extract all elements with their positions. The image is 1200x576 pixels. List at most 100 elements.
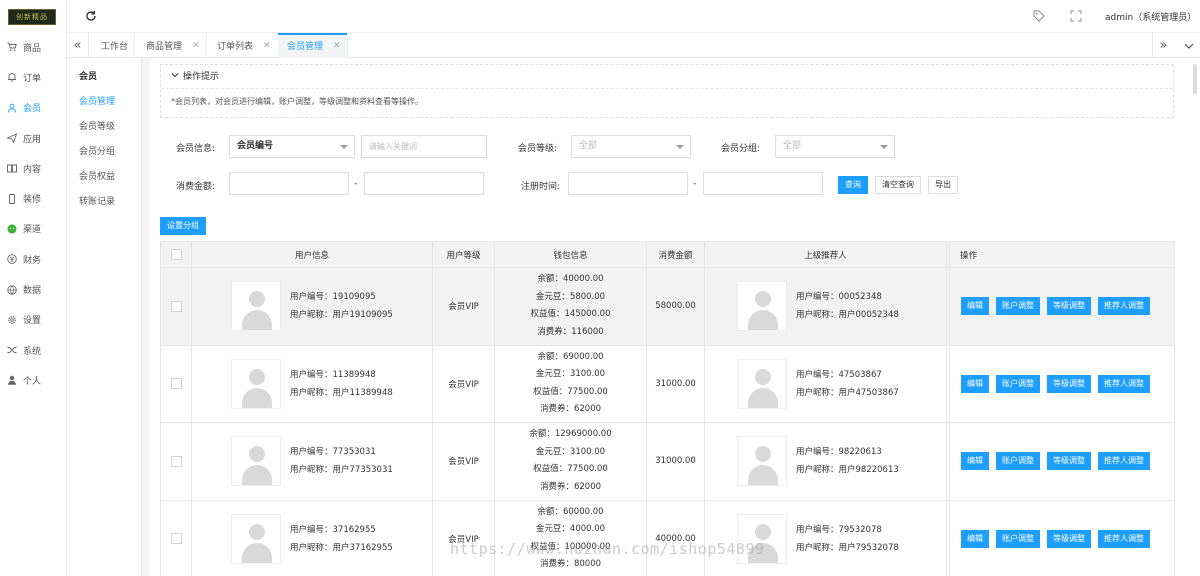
referrer-adjust-button[interactable]: 推荐人调整	[1098, 297, 1150, 316]
table-header-row: 用户信息 用户等级 钱包信息 消费金额 上级推荐人 操作	[160, 241, 1175, 268]
nav-item-orders[interactable]: 订单	[0, 62, 67, 92]
member-subnav: 会员 会员管理 会员等级 会员分组 会员权益 转账记录	[67, 58, 142, 576]
register-start-input[interactable]	[568, 172, 688, 195]
column-header: 消费金额	[646, 241, 705, 268]
row-checkbox[interactable]	[170, 533, 182, 545]
user-number: 用户编号：11389948	[290, 369, 376, 380]
user-menu[interactable]: admin（系统管理员）	[1105, 10, 1196, 23]
tab-workbench[interactable]: 工作台	[91, 33, 135, 58]
table-row: 用户编号：37162955 用户昵称：用户37162955 会员VIP 余额：60…	[160, 499, 1175, 576]
user-level: 会员VIP	[432, 344, 495, 423]
referrer-nickname: 用户昵称：用户98220613	[796, 465, 899, 476]
nav-label: 装修	[23, 195, 42, 206]
level-adjust-button[interactable]: 等级调整	[1047, 529, 1091, 548]
nav-item-personal[interactable]: 个人	[0, 365, 67, 395]
chevron-down-icon[interactable]	[1178, 33, 1200, 58]
main-nav: 商品 订单 会员 应用 内容 装修 渠道 财务 数据 设置 系统 个人	[0, 32, 67, 396]
nav-label: 订单	[23, 73, 42, 84]
edit-button[interactable]: 编辑	[961, 374, 989, 393]
account-adjust-button[interactable]: 账户调整	[996, 297, 1040, 316]
referrer-nickname: 用户昵称：用户00052348	[796, 310, 899, 321]
referrer-number: 用户编号：98220613	[796, 447, 882, 458]
row-checkbox[interactable]	[170, 455, 182, 467]
avatar	[737, 436, 787, 487]
user-nickname: 用户昵称：用户77353031	[290, 465, 393, 476]
account-adjust-button[interactable]: 账户调整	[996, 452, 1040, 471]
nav-item-data[interactable]: 数据	[0, 274, 67, 304]
nav-item-system[interactable]: 系统	[0, 335, 67, 365]
select-all-checkbox[interactable]	[170, 249, 182, 260]
referrer-adjust-button[interactable]: 推荐人调整	[1098, 374, 1150, 393]
wallet-info-cell: 余额：40000.00 金元豆：5800.00 权益值：145000.00 消费券：1…	[494, 267, 647, 346]
user-nickname: 用户昵称：用户11389948	[290, 387, 393, 398]
account-adjust-button[interactable]: 账户调整	[996, 529, 1040, 548]
tabs-scroll-right-icon[interactable]: »	[1152, 33, 1174, 58]
bell-icon	[6, 71, 18, 83]
column-header: 上级推荐人	[704, 241, 947, 268]
close-icon[interactable]: ✕	[333, 41, 341, 51]
edit-button[interactable]: 编辑	[961, 297, 989, 316]
subnav-item-transfer-records[interactable]: 转账记录	[67, 190, 141, 215]
row-checkbox[interactable]	[170, 378, 182, 390]
group-select[interactable]: 全部	[775, 135, 895, 158]
account-adjust-button[interactable]: 账户调整	[996, 374, 1040, 393]
tips-title: 操作提示	[183, 72, 220, 82]
user-nickname: 用户昵称：用户37162955	[290, 542, 393, 553]
nav-item-apps[interactable]: 应用	[0, 123, 67, 153]
subnav-item-member-level[interactable]: 会员等级	[67, 115, 141, 140]
cart-icon	[6, 41, 18, 53]
set-group-button[interactable]: 设置分组	[160, 217, 206, 235]
tag-icon[interactable]	[1033, 10, 1045, 22]
wechat-icon	[6, 223, 18, 235]
fullscreen-icon[interactable]	[1070, 10, 1082, 22]
spend-min-input[interactable]	[229, 172, 349, 195]
send-icon	[6, 132, 18, 144]
close-icon[interactable]: ✕	[192, 41, 200, 51]
tab-member-manage[interactable]: 会员管理 ✕	[278, 33, 348, 58]
level-adjust-button[interactable]: 等级调整	[1047, 297, 1091, 316]
subnav-item-member-group[interactable]: 会员分组	[67, 140, 141, 165]
nav-label: 渠道	[23, 225, 42, 236]
logo[interactable]: 创新精品	[8, 9, 56, 25]
export-button[interactable]: 导出	[928, 176, 958, 194]
level-adjust-button[interactable]: 等级调整	[1047, 452, 1091, 471]
level-select[interactable]: 全部	[571, 135, 691, 158]
tabs-bar: « 工作台 商品管理 ✕ 订单列表 ✕ 会员管理 ✕ »	[67, 33, 1200, 58]
nav-item-members[interactable]: 会员	[0, 93, 67, 123]
top-bar: admin（系统管理员）	[67, 0, 1200, 33]
refresh-icon[interactable]	[85, 10, 97, 22]
tab-order-list[interactable]: 订单列表 ✕	[208, 33, 280, 58]
referrer-adjust-button[interactable]: 推荐人调整	[1098, 452, 1150, 471]
member-info-select[interactable]: 会员编号	[229, 135, 355, 158]
nav-item-decorate[interactable]: 装修	[0, 183, 67, 213]
clear-search-button[interactable]: 清空查询	[875, 176, 921, 194]
register-end-input[interactable]	[703, 172, 823, 195]
nav-item-content[interactable]: 内容	[0, 153, 67, 183]
tab-goods-manage[interactable]: 商品管理 ✕	[137, 33, 207, 58]
search-button[interactable]: 查询	[838, 176, 868, 194]
logo-text: 创新精品	[16, 13, 48, 21]
nav-item-settings[interactable]: 设置	[0, 305, 67, 335]
scrollbar[interactable]	[1190, 58, 1200, 576]
nav-item-goods[interactable]: 商品	[0, 32, 67, 62]
tabs-scroll-left-icon[interactable]: «	[67, 33, 89, 58]
keyword-input[interactable]	[361, 135, 487, 158]
caret-down-icon	[340, 145, 348, 149]
nav-item-finance[interactable]: 财务	[0, 244, 67, 274]
referrer-adjust-button[interactable]: 推荐人调整	[1098, 529, 1150, 548]
subnav-item-member-manage[interactable]: 会员管理	[67, 90, 141, 115]
table-row: 用户编号：11389948 用户昵称：用户11389948 会员VIP 余额：69…	[160, 344, 1175, 423]
level-label: 会员等级:	[518, 144, 558, 154]
tips-header[interactable]: 操作提示	[161, 65, 1173, 89]
nav-item-channels[interactable]: 渠道	[0, 214, 67, 244]
row-checkbox[interactable]	[170, 300, 182, 312]
level-adjust-button[interactable]: 等级调整	[1047, 374, 1091, 393]
subnav-item-member-rights[interactable]: 会员权益	[67, 165, 141, 190]
edit-button[interactable]: 编辑	[961, 529, 989, 548]
avatar	[231, 358, 281, 409]
edit-button[interactable]: 编辑	[961, 452, 989, 471]
wallet-info-cell: 余额：60000.00 金元豆：4000.00 权益值：100000.00 消费券：8…	[494, 499, 647, 576]
user-nickname: 用户昵称：用户19109095	[290, 310, 393, 321]
spend-max-input[interactable]	[364, 172, 484, 195]
close-icon[interactable]: ✕	[263, 41, 271, 51]
